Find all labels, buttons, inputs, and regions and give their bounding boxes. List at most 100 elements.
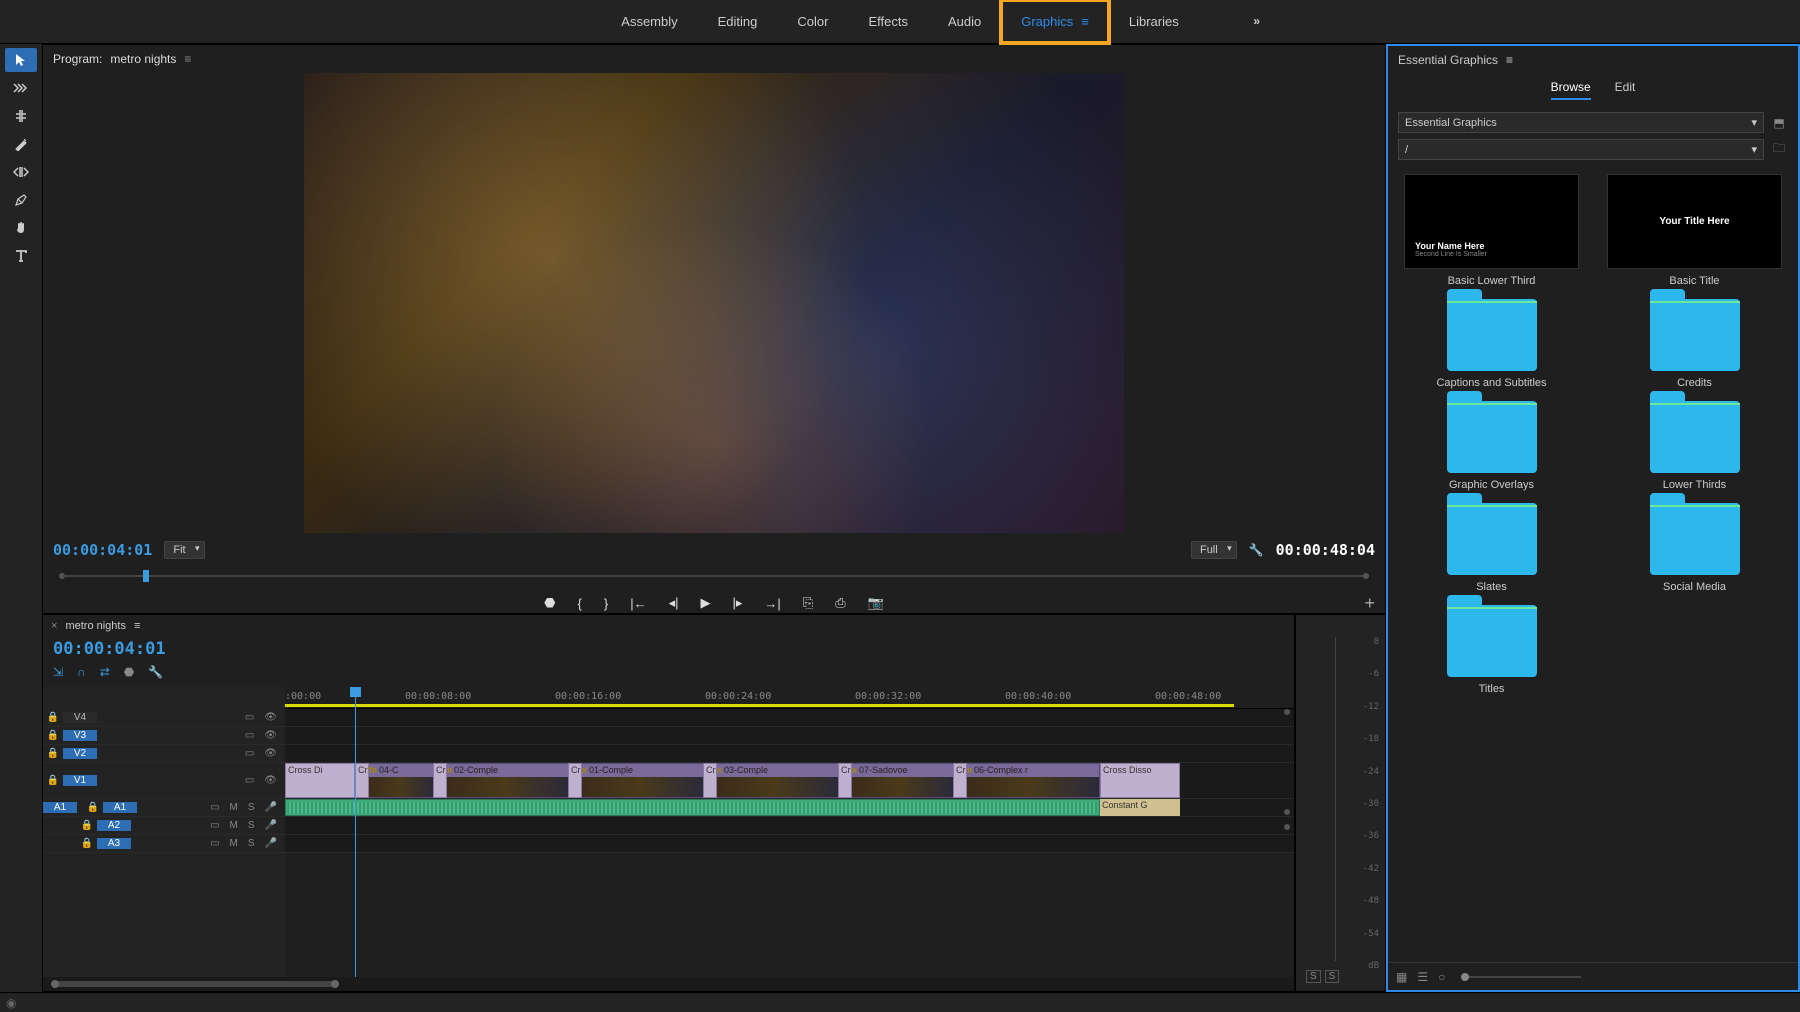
add-library-icon[interactable]: ⬒ (1770, 116, 1788, 130)
grid-view-icon[interactable]: ▦ (1396, 970, 1407, 984)
transition[interactable]: Cr (953, 763, 967, 798)
timeline-content[interactable]: Cross Di fx04-C Cr fx02-Comple Cr fx01-C… (285, 709, 1294, 991)
program-timecode-in[interactable]: 00:00:04:01 (53, 541, 152, 559)
workspace-overflow-icon[interactable]: » (1253, 14, 1260, 28)
timeline-vscroll[interactable] (1282, 709, 1292, 977)
voiceover-icon[interactable]: 🎤 (265, 802, 277, 813)
lock-icon[interactable]: 🔒 (43, 748, 63, 759)
fx-badge-icon[interactable]: ▭ (210, 802, 219, 813)
program-position-slider[interactable] (53, 567, 1375, 585)
close-sequence-icon[interactable]: × (51, 620, 57, 632)
linked-selection-icon[interactable]: ⇄ (100, 665, 110, 679)
resolution-dropdown[interactable]: Full (1191, 541, 1237, 559)
transition[interactable]: Cr (703, 763, 717, 798)
folder-captions[interactable]: Captions and Subtitles (1396, 299, 1587, 389)
transition[interactable]: Cross Disso (1100, 763, 1180, 798)
graphics-path-dropdown[interactable]: /▾ (1398, 139, 1764, 160)
eye-icon[interactable]: 👁 (264, 730, 277, 741)
timeline-settings-icon[interactable]: 🔧 (148, 665, 163, 679)
folder-social-media[interactable]: Social Media (1599, 503, 1790, 593)
playhead[interactable] (355, 687, 356, 991)
button-editor-icon[interactable]: + (1364, 593, 1375, 614)
audio-transition[interactable]: Constant G (1100, 799, 1180, 816)
workspace-tab-assembly[interactable]: Assembly (601, 0, 697, 43)
audio-clip[interactable] (285, 799, 1100, 816)
folder-browse-icon[interactable]: 🗀 (1770, 139, 1788, 160)
timeline-zoom-scroll[interactable] (43, 977, 1294, 991)
voiceover-icon[interactable]: 🎤 (265, 838, 277, 849)
preview-area[interactable] (43, 73, 1385, 533)
eye-icon[interactable]: 👁 (264, 775, 277, 786)
solo-icon[interactable]: S (248, 820, 255, 831)
mark-in-icon[interactable]: ⬣ (544, 595, 555, 611)
clip[interactable]: fx01-Comple (575, 763, 705, 798)
mute-icon[interactable]: M (230, 820, 238, 831)
in-bracket-icon[interactable]: { (578, 596, 582, 611)
sequence-name[interactable]: metro nights (65, 620, 126, 632)
timeline-ruler[interactable]: :00:00 00:00:08:00 00:00:16:00 00:00:24:… (285, 687, 1294, 709)
go-to-out-icon[interactable]: →| (764, 596, 780, 611)
lift-icon[interactable]: ⎘ (803, 595, 813, 611)
fx-badge-icon[interactable]: ▭ (210, 820, 219, 831)
mute-icon[interactable]: M (230, 802, 238, 813)
edit-tab[interactable]: Edit (1615, 80, 1636, 100)
menu-icon[interactable]: ≡ (1081, 14, 1089, 29)
preset-basic-lower-third[interactable]: Your Name HereSecond Line Is Smaller Bas… (1396, 174, 1587, 287)
lock-icon[interactable]: 🔒 (43, 712, 63, 723)
track-v2-label[interactable]: V2 (63, 748, 97, 759)
track-v4-label[interactable]: V4 (63, 712, 97, 723)
workspace-tab-color[interactable]: Color (777, 0, 848, 43)
source-patch-a1[interactable]: A1 (43, 802, 77, 813)
play-icon[interactable]: ▶ (701, 595, 711, 611)
track-a3-label[interactable]: A3 (97, 838, 131, 849)
graphics-source-dropdown[interactable]: Essential Graphics▾ (1398, 112, 1764, 133)
clip[interactable]: fx07-Sadovoe (845, 763, 955, 798)
selection-tool-icon[interactable] (5, 48, 37, 72)
type-tool-icon[interactable] (5, 244, 37, 268)
workspace-tab-libraries[interactable]: Libraries (1109, 0, 1199, 43)
transition[interactable]: Cr (568, 763, 582, 798)
track-select-forward-icon[interactable] (5, 76, 37, 100)
folder-titles[interactable]: Titles (1396, 605, 1587, 695)
fx-badge-icon[interactable]: ▭ (245, 712, 254, 723)
fx-badge-icon[interactable]: ▭ (245, 775, 254, 786)
workspace-tab-audio[interactable]: Audio (928, 0, 1001, 43)
panel-menu-icon[interactable]: ≡ (1506, 53, 1513, 67)
step-forward-icon[interactable]: |▸ (733, 595, 743, 611)
zoom-fit-dropdown[interactable]: Fit (164, 541, 204, 559)
track-v1-lane[interactable]: Cross Di fx04-C Cr fx02-Comple Cr fx01-C… (285, 763, 1294, 799)
track-a2-label[interactable]: A2 (97, 820, 131, 831)
transition[interactable]: Cross Di (285, 763, 355, 798)
transition[interactable]: Cr (838, 763, 852, 798)
razor-tool-icon[interactable] (5, 132, 37, 156)
eye-icon[interactable]: 👁 (264, 712, 277, 723)
track-a1-label[interactable]: A1 (103, 802, 137, 813)
workspace-tab-editing[interactable]: Editing (698, 0, 778, 43)
solo-icon[interactable]: S (248, 838, 255, 849)
extract-icon[interactable]: ⎙ (835, 595, 845, 611)
pen-tool-icon[interactable] (5, 188, 37, 212)
workspace-tab-graphics[interactable]: Graphics≡ (1001, 0, 1109, 43)
lock-icon[interactable]: 🔒 (83, 802, 103, 813)
track-v3-label[interactable]: V3 (63, 730, 97, 741)
track-v1-label[interactable]: V1 (63, 775, 97, 786)
lock-icon[interactable]: 🔒 (77, 838, 97, 849)
panel-menu-icon[interactable]: ≡ (184, 52, 191, 66)
insert-overwrite-icon[interactable]: ⇲ (53, 665, 63, 679)
voiceover-icon[interactable]: 🎤 (265, 820, 277, 831)
snap-icon[interactable]: ∩ (77, 665, 86, 679)
marker-icon[interactable]: ⬣ (124, 665, 134, 679)
lock-icon[interactable]: 🔒 (77, 820, 97, 831)
folder-graphic-overlays[interactable]: Graphic Overlays (1396, 401, 1587, 491)
step-back-icon[interactable]: ◂| (669, 595, 679, 611)
folder-lower-thirds[interactable]: Lower Thirds (1599, 401, 1790, 491)
hand-tool-icon[interactable] (5, 216, 37, 240)
lock-icon[interactable]: 🔒 (43, 730, 63, 741)
folder-credits[interactable]: Credits (1599, 299, 1790, 389)
transition[interactable]: Cr (355, 763, 369, 798)
timeline-timecode[interactable]: 00:00:04:01 (53, 639, 166, 659)
workspace-tab-effects[interactable]: Effects (848, 0, 928, 43)
clip[interactable]: fx03-Comple (710, 763, 840, 798)
lock-icon[interactable]: 🔒 (43, 775, 63, 786)
meter-solo-right[interactable]: S (1325, 970, 1340, 983)
